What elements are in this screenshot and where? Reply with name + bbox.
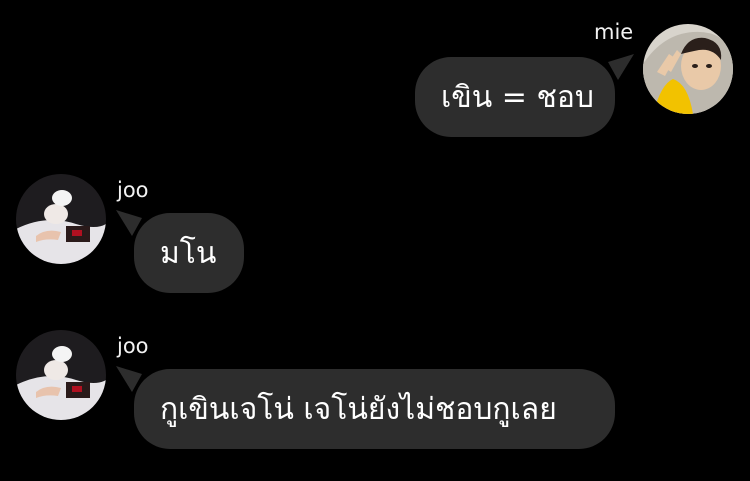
message-bubble[interactable]: เขิน = ชอบ [415, 57, 615, 137]
sender-name: joo [117, 178, 149, 202]
message-text: กูเขินเจโน่ เจโน่ยังไม่ชอบกูเลย [160, 391, 557, 427]
message-bubble[interactable]: กูเขินเจโน่ เจโน่ยังไม่ชอบกูเลย [134, 369, 615, 449]
message-text: เขิน = ชอบ [441, 79, 594, 115]
avatar-joo[interactable] [16, 330, 106, 420]
avatar-joo[interactable] [16, 174, 106, 264]
sender-name: mie [594, 20, 634, 44]
avatar-mie[interactable] [643, 24, 733, 114]
sender-name: joo [117, 334, 149, 358]
message-text: มโน [160, 235, 217, 271]
message-bubble[interactable]: มโน [134, 213, 244, 293]
bubble-tail [608, 54, 634, 80]
